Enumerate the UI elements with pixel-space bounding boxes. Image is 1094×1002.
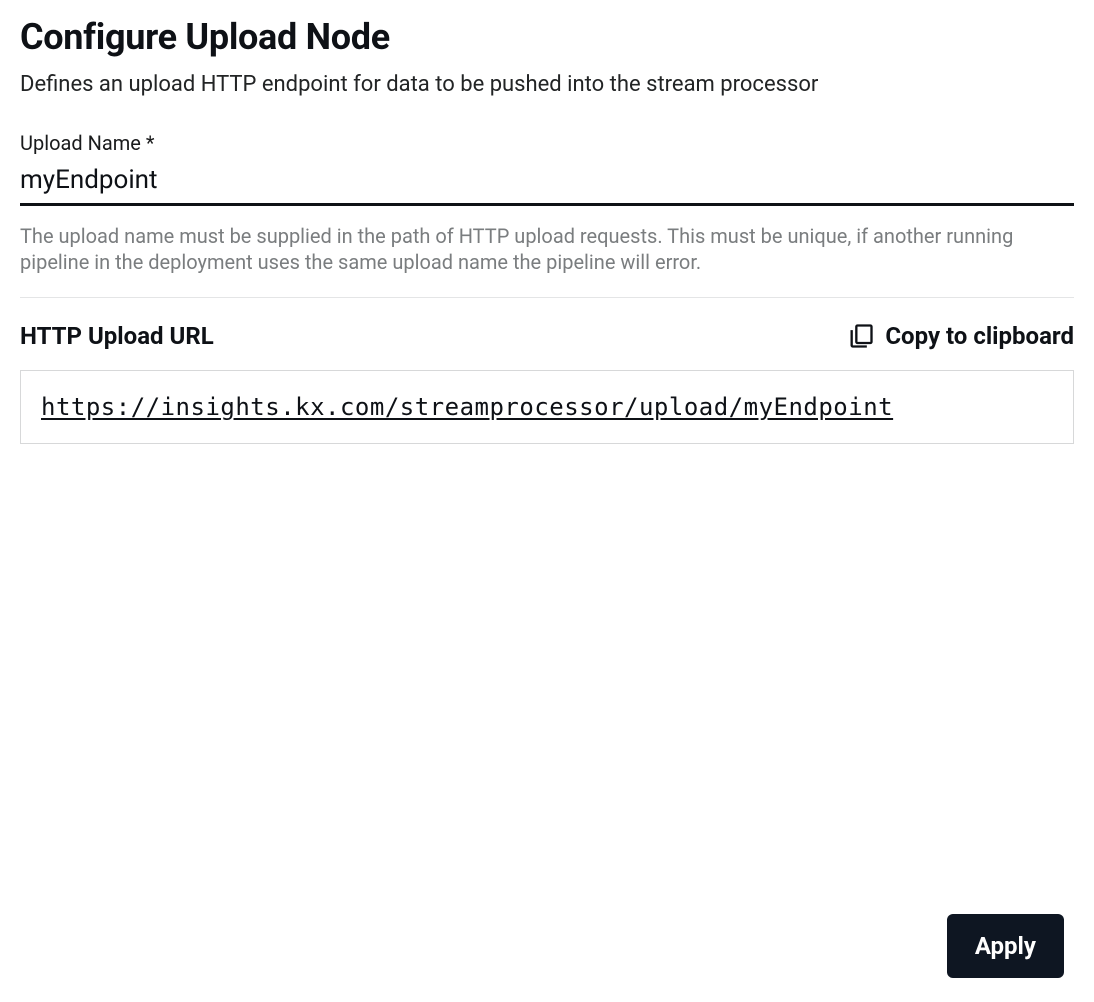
upload-url-label: HTTP Upload URL — [20, 322, 214, 350]
upload-name-helper: The upload name must be supplied in the … — [20, 224, 1074, 298]
upload-name-label: Upload Name * — [20, 131, 1074, 155]
upload-name-field: Upload Name * The upload name must be su… — [20, 131, 1074, 298]
copy-button-label: Copy to clipboard — [885, 322, 1074, 350]
apply-button[interactable]: Apply — [947, 914, 1064, 978]
upload-url-box: https://insights.kx.com/streamprocessor/… — [20, 370, 1074, 444]
copy-to-clipboard-button[interactable]: Copy to clipboard — [847, 322, 1074, 350]
upload-url-value[interactable]: https://insights.kx.com/streamprocessor/… — [41, 393, 893, 421]
upload-name-input[interactable] — [20, 161, 1074, 206]
page-title: Configure Upload Node — [20, 16, 1074, 58]
page-subtitle: Defines an upload HTTP endpoint for data… — [20, 72, 1074, 97]
upload-url-header: HTTP Upload URL Copy to clipboard — [20, 322, 1074, 350]
copy-icon — [847, 322, 875, 350]
